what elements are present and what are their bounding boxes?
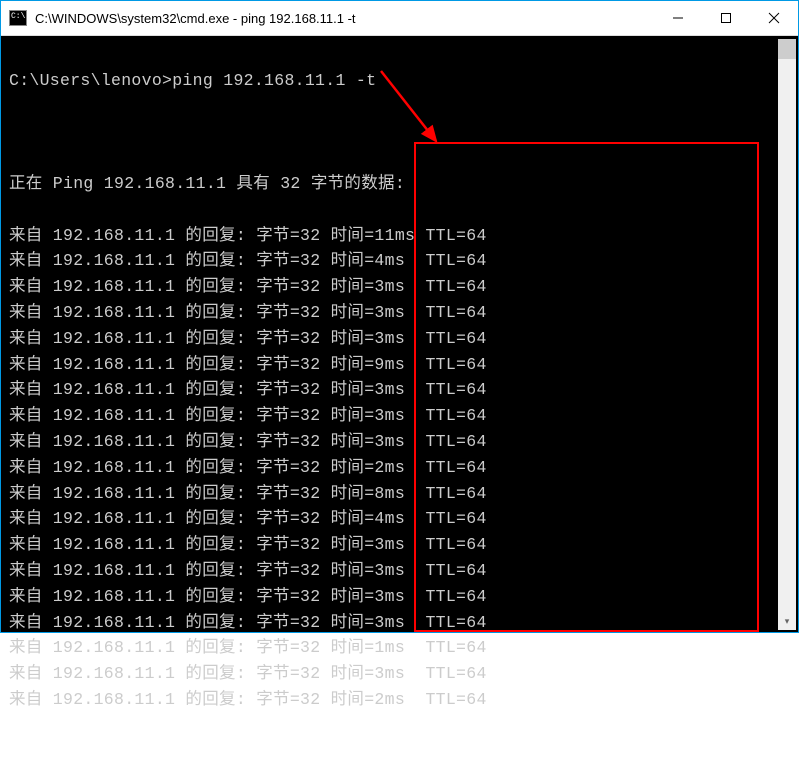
ping-reply-line: 来自 192.168.11.1 的回复: 字节=32 时间=3ms TTL=64 xyxy=(9,300,790,326)
ping-reply-line: 来自 192.168.11.1 的回复: 字节=32 时间=4ms TTL=64 xyxy=(9,248,790,274)
ping-reply-line: 来自 192.168.11.1 的回复: 字节=32 时间=3ms TTL=64 xyxy=(9,661,790,687)
ping-reply-line: 来自 192.168.11.1 的回复: 字节=32 时间=3ms TTL=64 xyxy=(9,377,790,403)
ping-reply-line: 来自 192.168.11.1 的回复: 字节=32 时间=3ms TTL=64 xyxy=(9,532,790,558)
ping-reply-line: 来自 192.168.11.1 的回复: 字节=32 时间=11ms TTL=6… xyxy=(9,223,790,249)
minimize-button[interactable] xyxy=(654,1,702,35)
terminal-output[interactable]: C:\Users\lenovo>ping 192.168.11.1 -t 正在 … xyxy=(1,36,798,632)
ping-reply-line: 来自 192.168.11.1 的回复: 字节=32 时间=2ms TTL=64 xyxy=(9,687,790,713)
command-prompt: C:\Users\lenovo>ping 192.168.11.1 -t xyxy=(9,68,790,94)
ping-reply-line: 来自 192.168.11.1 的回复: 字节=32 时间=3ms TTL=64 xyxy=(9,274,790,300)
ping-reply-line: 来自 192.168.11.1 的回复: 字节=32 时间=2ms TTL=64 xyxy=(9,455,790,481)
cmd-icon xyxy=(9,10,27,26)
ping-reply-line: 来自 192.168.11.1 的回复: 字节=32 时间=3ms TTL=64 xyxy=(9,558,790,584)
scrollbar-down-button[interactable]: ▾ xyxy=(778,612,796,630)
minimize-icon xyxy=(672,12,684,24)
scrollbar-thumb[interactable] xyxy=(778,39,796,59)
ping-reply-line: 来自 192.168.11.1 的回复: 字节=32 时间=3ms TTL=64 xyxy=(9,429,790,455)
close-icon xyxy=(768,12,780,24)
ping-reply-line: 来自 192.168.11.1 的回复: 字节=32 时间=3ms TTL=64 xyxy=(9,584,790,610)
prompt: C:\Users\lenovo> xyxy=(9,71,172,90)
close-button[interactable] xyxy=(750,1,798,35)
ping-header: 正在 Ping 192.168.11.1 具有 32 字节的数据: xyxy=(9,171,790,197)
ping-reply-line: 来自 192.168.11.1 的回复: 字节=32 时间=3ms TTL=64 xyxy=(9,326,790,352)
cmd-window: C:\WINDOWS\system32\cmd.exe - ping 192.1… xyxy=(0,0,799,633)
ping-reply-line: 来自 192.168.11.1 的回复: 字节=32 时间=3ms TTL=64 xyxy=(9,610,790,636)
ping-replies: 来自 192.168.11.1 的回复: 字节=32 时间=11ms TTL=6… xyxy=(9,223,790,713)
ping-reply-line: 来自 192.168.11.1 的回复: 字节=32 时间=4ms TTL=64 xyxy=(9,506,790,532)
blank-line xyxy=(9,119,790,145)
ping-reply-line: 来自 192.168.11.1 的回复: 字节=32 时间=3ms TTL=64 xyxy=(9,403,790,429)
window-title: C:\WINDOWS\system32\cmd.exe - ping 192.1… xyxy=(35,11,654,26)
window-controls xyxy=(654,1,798,35)
titlebar[interactable]: C:\WINDOWS\system32\cmd.exe - ping 192.1… xyxy=(1,1,798,36)
ping-reply-line: 来自 192.168.11.1 的回复: 字节=32 时间=8ms TTL=64 xyxy=(9,481,790,507)
maximize-button[interactable] xyxy=(702,1,750,35)
ping-reply-line: 来自 192.168.11.1 的回复: 字节=32 时间=1ms TTL=64 xyxy=(9,635,790,661)
scrollbar-track[interactable] xyxy=(778,39,796,630)
command-text: ping 192.168.11.1 -t xyxy=(172,71,376,90)
maximize-icon xyxy=(720,12,732,24)
scrollbar[interactable]: ▾ xyxy=(778,39,796,630)
ping-reply-line: 来自 192.168.11.1 的回复: 字节=32 时间=9ms TTL=64 xyxy=(9,352,790,378)
